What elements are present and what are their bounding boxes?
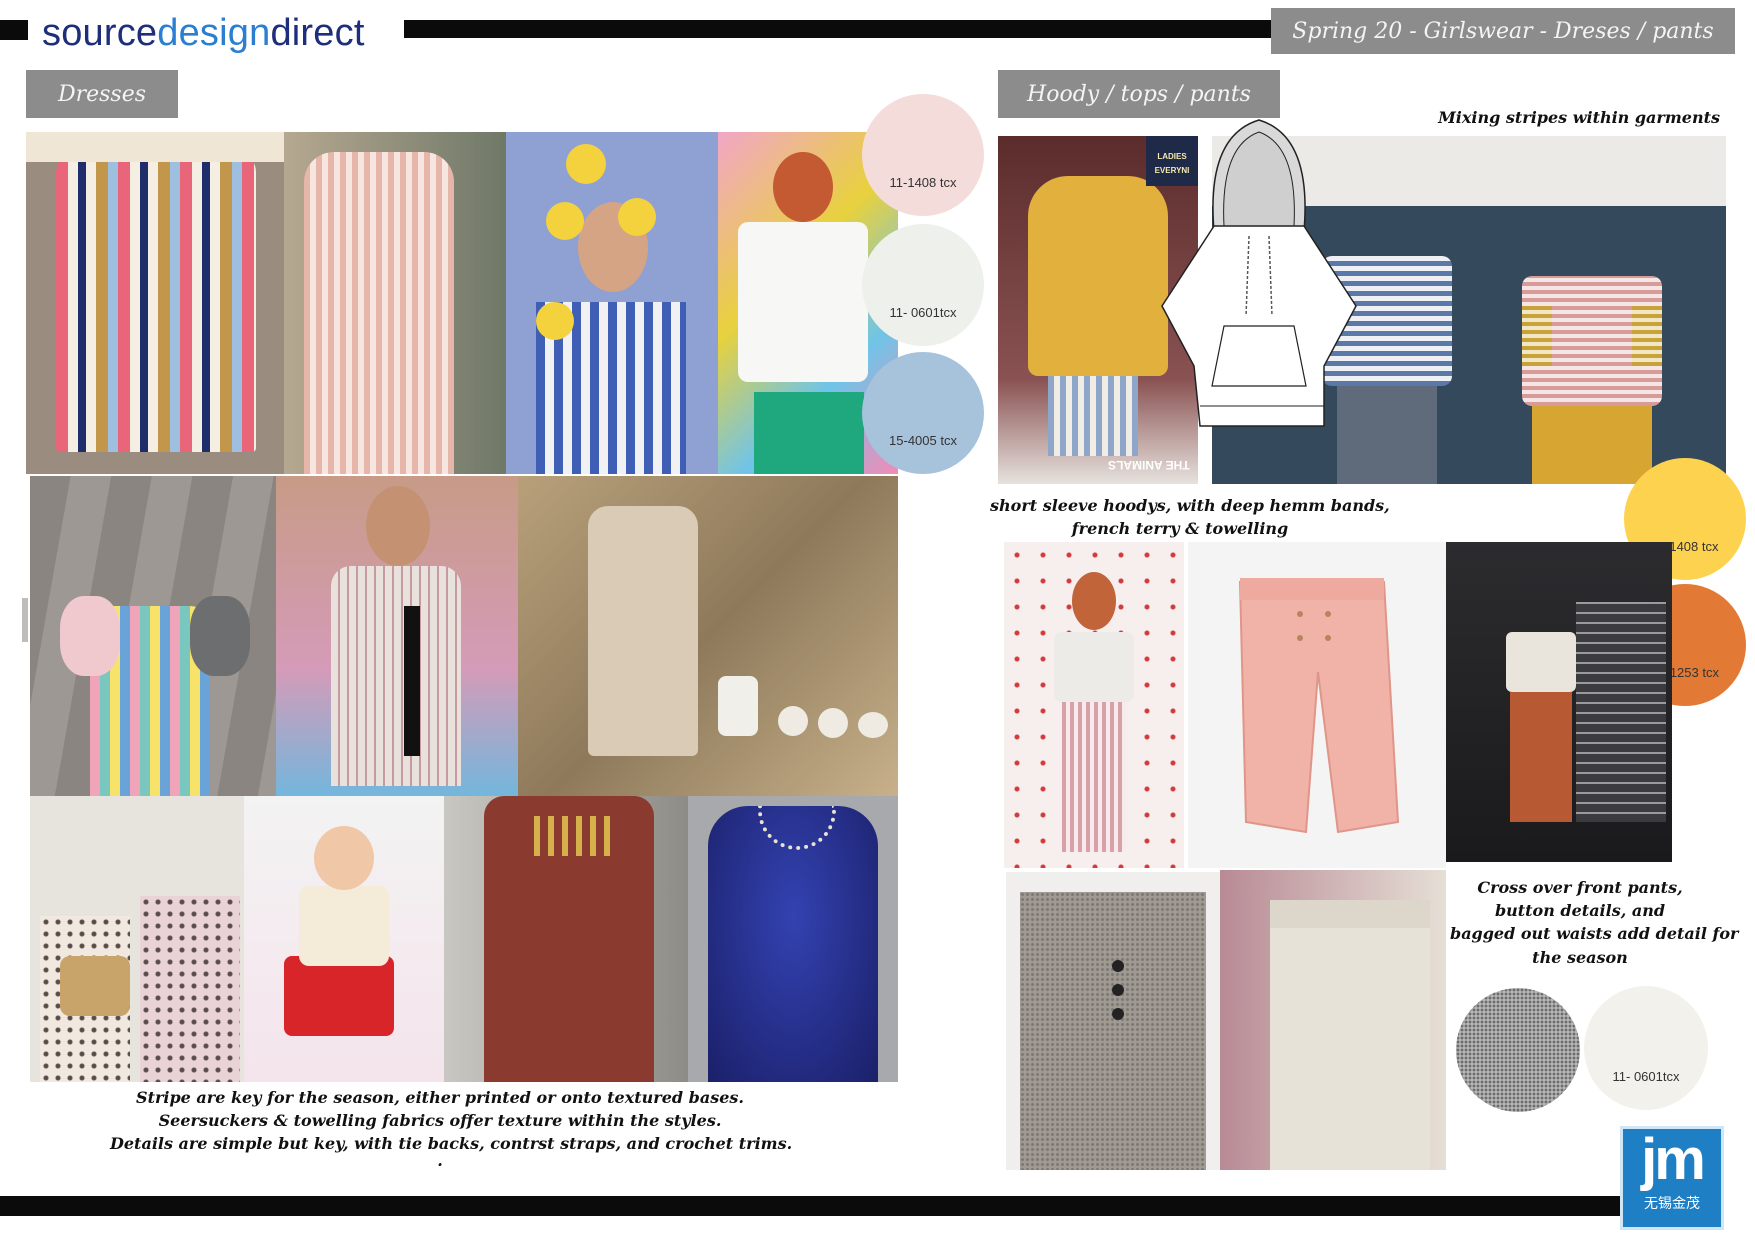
photo-cream-pants xyxy=(1220,870,1446,1170)
caption-line: french terry & towelling xyxy=(1071,519,1289,539)
photo-toddler-chair xyxy=(244,796,444,1082)
caption-line: the season xyxy=(1532,947,1628,967)
note-mixing-stripes: Mixing stripes within garments xyxy=(1420,106,1720,129)
photo-grey-button-pants xyxy=(1006,872,1220,1170)
photo-pink-stripe-dress xyxy=(284,132,506,474)
section-label-dresses: Dresses xyxy=(26,70,178,118)
dresses-caption: Stripe are key for the season, either pr… xyxy=(110,1086,792,1170)
photo-rust-dress xyxy=(444,796,688,1082)
brand-part-design: design xyxy=(157,12,271,54)
section-label-hoody-text: Hoody / tops / pants xyxy=(1027,81,1251,107)
caption-line: short sleeve hoodys, with deep hemm band… xyxy=(990,496,1390,515)
section-label-dresses-text: Dresses xyxy=(57,81,147,107)
caption-line: bagged out waists add detail for xyxy=(1450,924,1739,944)
hoody-caption: short sleeve hoodys, with deep hemm band… xyxy=(990,494,1390,540)
photo-pink-pants xyxy=(1188,542,1446,868)
caption-line: . xyxy=(437,1150,443,1170)
swatch-pink-left-label: 11-1408 tcx xyxy=(889,175,957,190)
swatch-white-right-label: 11- 0601tcx xyxy=(1612,1069,1680,1084)
photo-girl-dot-backdrop xyxy=(1004,542,1184,868)
swatch-white-left-label: 11- 0601tcx xyxy=(889,305,957,320)
footer-bar xyxy=(0,1196,1620,1216)
pants-caption: Cross over front pants, button details, … xyxy=(1450,876,1739,969)
swatch-pink-left: 11-1408 tcx xyxy=(862,94,984,216)
left-edge-mark xyxy=(22,598,28,642)
photo-navy-velvet-dress xyxy=(688,796,898,1082)
photo-girl-bunnies xyxy=(30,476,276,796)
swatch-blue-left-label: 15-4005 tcx xyxy=(889,433,957,448)
photo-stone-wall-dress xyxy=(518,476,898,796)
jm-logo: jm 无锡金茂 xyxy=(1620,1126,1724,1230)
swatch-white-right: 11- 0601tcx xyxy=(1584,986,1708,1110)
page-title: Spring 20 - Girlswear - Dreses / pants xyxy=(1271,8,1735,54)
photo-striped-hangers xyxy=(26,132,284,474)
brand-part-direct: direct xyxy=(270,12,365,54)
photo-runway-dress xyxy=(276,476,518,796)
swatch-grey-marl xyxy=(1456,988,1580,1112)
caption-line: Stripe are key for the season, either pr… xyxy=(136,1088,744,1107)
hoody-flat-sketch xyxy=(1154,116,1364,436)
jm-logo-cn: 无锡金茂 xyxy=(1644,1196,1700,1212)
page-title-text: Spring 20 - Girlswear - Dreses / pants xyxy=(1292,18,1714,44)
swatch-blue-left: 15-4005 tcx xyxy=(862,352,984,474)
brand-part-source: source xyxy=(42,12,158,54)
note-mixing-stripes-text: Mixing stripes within garments xyxy=(1438,108,1720,127)
photo-rust-pants-studio xyxy=(1446,542,1672,862)
section-label-hoody: Hoody / tops / pants xyxy=(998,70,1280,118)
shirt-text: THE ANIMALS xyxy=(1108,458,1190,472)
caption-line: Seersuckers & towelling fabrics offer te… xyxy=(158,1111,722,1131)
caption-line: button details, and xyxy=(1494,901,1666,921)
swatch-white-left: 11- 0601tcx xyxy=(862,224,984,346)
hoody-sketch-svg xyxy=(1161,119,1357,427)
pink-pants-svg xyxy=(1238,578,1400,834)
photo-two-girls-basket xyxy=(30,796,244,1082)
caption-line: Cross over front pants, xyxy=(1477,878,1683,897)
top-left-mark xyxy=(0,20,28,40)
jm-logo-text: jm xyxy=(1641,1127,1706,1192)
photo-blue-stripe-lemons xyxy=(506,132,718,474)
brand-logo: sourcedesigndirect xyxy=(42,12,365,56)
